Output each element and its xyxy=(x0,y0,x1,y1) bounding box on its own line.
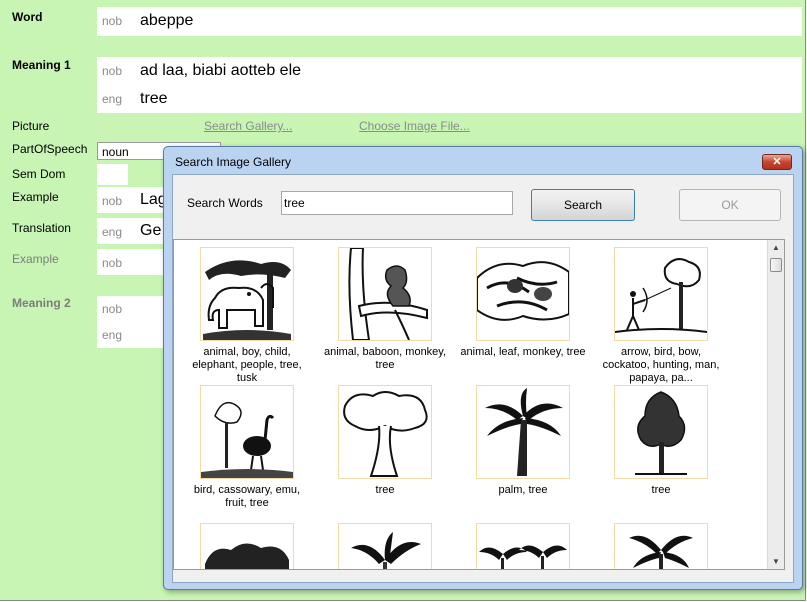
meaning2-label: Meaning 2 xyxy=(12,296,71,310)
image-gallery: animal, boy, child, elephant, people, tr… xyxy=(173,239,785,570)
gallery-caption: tree xyxy=(651,484,671,496)
word-value: abeppe xyxy=(140,12,194,29)
meaning1-nob-ws: nob xyxy=(102,64,123,78)
palm-picture xyxy=(476,385,570,479)
gallery-caption: animal, leaf, monkey, tree xyxy=(460,346,586,358)
cassowary-picture xyxy=(200,385,294,479)
gallery-item[interactable]: animal, baboon, monkey, tree xyxy=(316,247,454,372)
gallery-scrollbar[interactable]: ▲ ▼ xyxy=(767,240,784,569)
gallery-item[interactable]: tree xyxy=(316,385,454,497)
example2-field[interactable]: nob xyxy=(97,249,167,275)
gallery-item[interactable]: animal, leaf, monkey, tree xyxy=(454,247,592,359)
gallery-item[interactable]: palm, tree xyxy=(454,385,592,497)
gallery-caption: bird, cassowary, emu, fruit, tree xyxy=(193,484,301,509)
banana-picture xyxy=(338,523,432,569)
semdom-field[interactable] xyxy=(97,164,128,185)
search-button[interactable]: Search xyxy=(531,189,635,221)
pos-label: PartOfSpeech xyxy=(12,142,88,156)
tree-picture xyxy=(338,385,432,479)
translation-field[interactable]: eng Ge xyxy=(97,218,167,244)
example2-label: Example xyxy=(12,252,59,266)
gallery-item[interactable] xyxy=(178,523,316,569)
meaning2-eng-ws: eng xyxy=(102,328,123,342)
gallery-item[interactable]: bird, cassowary, emu, fruit, tree xyxy=(178,385,316,510)
semdom-label: Sem Dom xyxy=(12,167,66,181)
translation-label: Translation xyxy=(12,221,71,235)
scroll-thumb[interactable] xyxy=(770,258,782,272)
word-ws: nob xyxy=(102,14,123,28)
meaning1-nob-value: ad laa, biabi aotteb ele xyxy=(140,62,302,79)
meaning1-field[interactable]: nob ad laa, biabi aotteb ele eng tree xyxy=(97,57,802,113)
gallery-caption: palm, tree xyxy=(498,484,548,496)
search-words-label: Search Words xyxy=(187,196,263,210)
gallery-item[interactable] xyxy=(454,523,592,569)
gallery-item[interactable] xyxy=(316,523,454,569)
meaning1-eng-value: tree xyxy=(140,90,168,107)
search-gallery-link[interactable]: Search Gallery... xyxy=(204,119,292,133)
scroll-up-icon[interactable]: ▲ xyxy=(772,243,780,252)
pos-value: noun xyxy=(102,145,129,159)
elephant-boy-picture xyxy=(200,247,294,341)
example-label: Example xyxy=(12,190,59,204)
word-label: Word xyxy=(12,10,43,24)
word-field[interactable]: nob abeppe xyxy=(97,7,802,36)
gallery-caption: tree xyxy=(375,484,395,496)
example-field[interactable]: nob Lag xyxy=(97,187,167,213)
palms-picture xyxy=(476,523,570,569)
picture-label: Picture xyxy=(12,119,50,133)
example2-ws: nob xyxy=(102,256,123,270)
translation-value: Ge xyxy=(140,222,162,239)
meaning1-label: Meaning 1 xyxy=(12,58,71,72)
gallery-item[interactable]: arrow, bird, bow, cockatoo, hunting, man… xyxy=(592,247,730,385)
gallery-item[interactable] xyxy=(592,523,730,569)
hunter-picture xyxy=(614,247,708,341)
dialog-body: Search Words Search OK anima xyxy=(172,174,794,583)
bush-picture xyxy=(200,523,294,569)
ok-button[interactable]: OK xyxy=(679,189,781,221)
close-icon: ✕ xyxy=(772,156,782,168)
close-button[interactable]: ✕ xyxy=(762,154,792,170)
gallery-item[interactable]: animal, boy, child, elephant, people, tr… xyxy=(178,247,316,385)
gallery-caption: animal, boy, child, elephant, people, tr… xyxy=(192,346,302,384)
search-image-gallery-dialog: Search Image Gallery ✕ Search Words Sear… xyxy=(163,146,803,590)
tree-picture-2 xyxy=(614,385,708,479)
search-words-input[interactable] xyxy=(281,191,513,215)
baboon-picture xyxy=(338,247,432,341)
gallery-caption: arrow, bird, bow, cockatoo, hunting, man… xyxy=(602,346,720,384)
translation-ws: eng xyxy=(102,225,123,239)
dialog-title: Search Image Gallery xyxy=(175,155,292,169)
palm-picture-2 xyxy=(614,523,708,569)
scroll-down-icon[interactable]: ▼ xyxy=(772,557,780,566)
gallery-caption: animal, baboon, monkey, tree xyxy=(323,346,447,371)
meaning1-eng-ws: eng xyxy=(102,92,123,106)
meaning2-nob-ws: nob xyxy=(102,302,123,316)
meaning2-field[interactable]: nob eng xyxy=(97,296,167,348)
example-ws: nob xyxy=(102,194,123,208)
monkey-leaf-picture xyxy=(476,247,570,341)
choose-image-link[interactable]: Choose Image File... xyxy=(359,119,470,133)
gallery-item[interactable]: tree xyxy=(592,385,730,497)
